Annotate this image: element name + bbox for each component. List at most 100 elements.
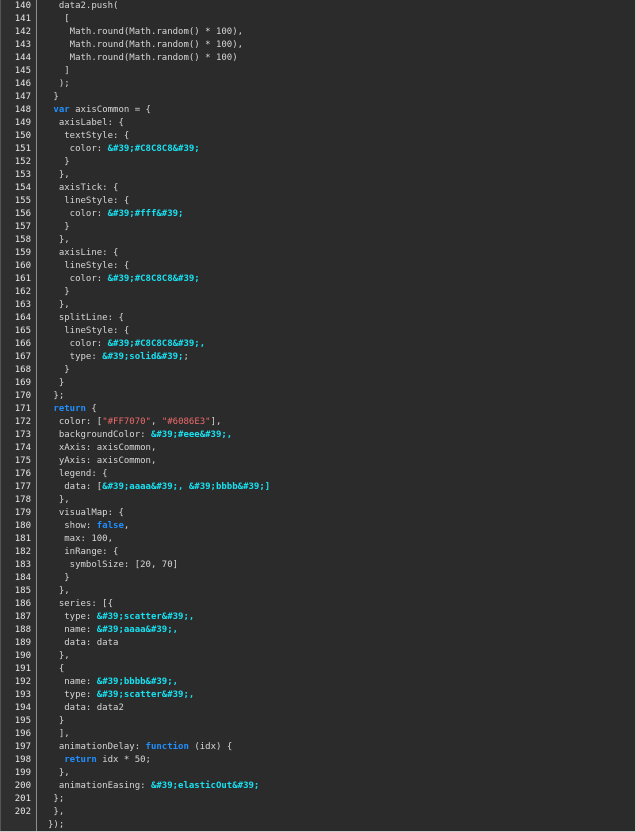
code-line[interactable]: 150 textStyle: {	[0, 130, 634, 143]
code-text: data: data2	[48, 702, 124, 715]
code-line[interactable]: 158 },	[0, 234, 634, 247]
code-line[interactable]: 183 symbolSize: [20, 70]	[0, 559, 634, 572]
code-line[interactable]: 144 Math.round(Math.random() * 100)	[0, 52, 634, 65]
code-line[interactable]: 201 };	[0, 793, 634, 806]
code-text: }	[48, 572, 69, 585]
code-line[interactable]: 196 ],	[0, 728, 634, 741]
code-token: Math.round(Math.random() * 100)	[48, 53, 238, 63]
code-line[interactable]: 189 data: data	[0, 637, 634, 650]
string-token: "#FF7070"	[102, 417, 151, 427]
code-text: lineStyle: {	[48, 195, 129, 208]
code-token: };	[48, 794, 65, 804]
code-line[interactable]: 195 }	[0, 715, 634, 728]
code-line[interactable]: 147 }	[0, 91, 634, 104]
code-line[interactable]: 177 data: [&#39;aaaa&#39;, &#39;bbbb&#39…	[0, 481, 634, 494]
code-line[interactable]: 153 },	[0, 169, 634, 182]
code-text: color: &#39;#C8C8C8&#39;	[48, 143, 200, 156]
code-text: return {	[48, 403, 96, 416]
code-line[interactable]: 148 var axisCommon = {	[0, 104, 634, 117]
code-token: lineStyle: {	[48, 261, 130, 271]
code-line[interactable]: 202 },	[0, 806, 634, 819]
code-editor[interactable]: 140 data2.push(141 [142 Math.round(Math.…	[0, 0, 636, 832]
code-line[interactable]: 199 },	[0, 767, 634, 780]
code-line[interactable]: 193 type: &#39;scatter&#39;,	[0, 689, 634, 702]
code-line[interactable]: 175 yAxis: axisCommon,	[0, 455, 634, 468]
code-line[interactable]: 152 }	[0, 156, 634, 169]
code-token: }	[48, 157, 70, 167]
code-line[interactable]: 143 Math.round(Math.random() * 100),	[0, 39, 634, 52]
code-line[interactable]: 167 type: &#39;solid&#39;;	[0, 351, 634, 364]
code-text: max: 100,	[48, 533, 113, 546]
code-text: lineStyle: {	[48, 260, 129, 273]
code-line[interactable]: 184 }	[0, 572, 634, 585]
line-number: 163	[14, 300, 31, 310]
code-line[interactable]: 174 xAxis: axisCommon,	[0, 442, 634, 455]
code-line[interactable]: 159 axisLine: {	[0, 247, 634, 260]
line-number: 180	[14, 521, 31, 531]
code-line[interactable]: 200 animationEasing: &#39;elasticOut&#39…	[0, 780, 634, 793]
code-line[interactable]: 162 }	[0, 286, 634, 299]
code-line[interactable]: 187 type: &#39;scatter&#39;,	[0, 611, 634, 624]
line-number: 199	[14, 768, 31, 778]
code-line[interactable]: 142 Math.round(Math.random() * 100),	[0, 26, 634, 39]
code-token: (idx) {	[188, 742, 233, 752]
line-number: 140	[14, 1, 31, 11]
code-line[interactable]: 194 data: data2	[0, 702, 634, 715]
code-token: idx * 50;	[96, 755, 151, 765]
line-number: 196	[14, 729, 31, 739]
line-number: 194	[14, 703, 31, 713]
code-token: });	[48, 820, 65, 830]
code-line[interactable]: 176 legend: {	[0, 468, 634, 481]
code-line[interactable]: 164 splitLine: {	[0, 312, 634, 325]
code-line[interactable]: 140 data2.push(	[0, 0, 634, 13]
line-number: 178	[14, 495, 31, 505]
code-token: color:	[48, 209, 108, 219]
code-line[interactable]: });	[0, 819, 634, 831]
code-line[interactable]: 160 lineStyle: {	[0, 260, 634, 273]
code-line[interactable]: 171 return {	[0, 403, 634, 416]
code-line[interactable]: 168 }	[0, 364, 634, 377]
line-number: 168	[14, 365, 31, 375]
code-text: data2.push(	[48, 0, 119, 13]
code-line[interactable]: 181 max: 100,	[0, 533, 634, 546]
code-line[interactable]: 191 {	[0, 663, 634, 676]
code-text: axisLine: {	[48, 247, 119, 260]
code-line[interactable]: 163 },	[0, 299, 634, 312]
code-line[interactable]: 178 },	[0, 494, 634, 507]
code-line[interactable]: 154 axisTick: {	[0, 182, 634, 195]
line-number: 173	[14, 430, 31, 440]
code-text: visualMap: {	[48, 507, 124, 520]
code-line[interactable]: 186 series: [{	[0, 598, 634, 611]
code-line[interactable]: 151 color: &#39;#C8C8C8&#39;	[0, 143, 634, 156]
code-line[interactable]: 185 },	[0, 585, 634, 598]
line-number: 152	[14, 157, 31, 167]
code-line[interactable]: 173 backgroundColor: &#39;#eee&#39;,	[0, 429, 634, 442]
code-line[interactable]: 145 ]	[0, 65, 634, 78]
code-line[interactable]: 156 color: &#39;#fff&#39;	[0, 208, 634, 221]
code-token: axisCommon = {	[69, 105, 151, 115]
code-line[interactable]: 179 visualMap: {	[0, 507, 634, 520]
code-line[interactable]: 149 axisLabel: {	[0, 117, 634, 130]
code-line[interactable]: 141 [	[0, 13, 634, 26]
code-line[interactable]: 192 name: &#39;bbbb&#39;,	[0, 676, 634, 689]
code-line[interactable]: 170 };	[0, 390, 634, 403]
code-line[interactable]: 165 lineStyle: {	[0, 325, 634, 338]
code-line[interactable]: 146 );	[0, 78, 634, 91]
code-token: }	[48, 716, 65, 726]
code-line[interactable]: 172 color: ["#FF7070", "#6086E3"],	[0, 416, 634, 429]
code-line[interactable]: 190 },	[0, 650, 634, 663]
code-text: xAxis: axisCommon,	[48, 442, 157, 455]
code-line[interactable]: 157 }	[0, 221, 634, 234]
code-line[interactable]: 197 animationDelay: function (idx) {	[0, 741, 634, 754]
code-line[interactable]: 155 lineStyle: {	[0, 195, 634, 208]
code-line[interactable]: 188 name: &#39;aaaa&#39;,	[0, 624, 634, 637]
code-line[interactable]: 180 show: false,	[0, 520, 634, 533]
code-line[interactable]: 198 return idx * 50;	[0, 754, 634, 767]
code-token: }	[48, 378, 65, 388]
code-line[interactable]: 182 inRange: {	[0, 546, 634, 559]
code-token: series: [{	[48, 599, 114, 609]
code-line[interactable]: 169 }	[0, 377, 634, 390]
code-line[interactable]: 161 color: &#39;#C8C8C8&#39;	[0, 273, 634, 286]
code-token: data2.push(	[48, 1, 119, 11]
code-line[interactable]: 166 color: &#39;#C8C8C8&#39;,	[0, 338, 634, 351]
